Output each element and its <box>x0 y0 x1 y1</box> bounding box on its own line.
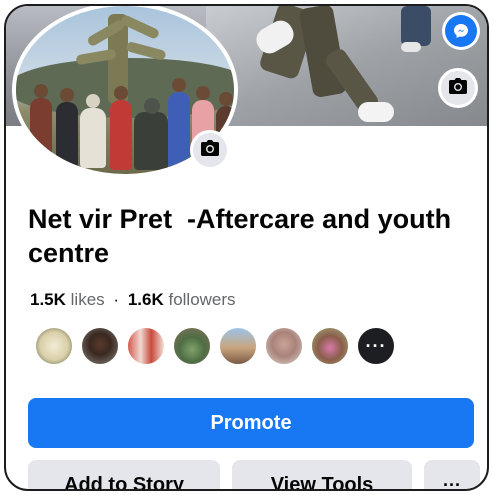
more-friends-button[interactable]: ··· <box>356 326 396 366</box>
likes-count: 1.5K <box>30 290 66 309</box>
friend-avatar[interactable] <box>80 326 120 366</box>
promote-button[interactable]: Promote <box>28 398 474 448</box>
friend-avatar[interactable] <box>218 326 258 366</box>
messenger-icon <box>445 15 477 47</box>
page-title: Net vir Pret -Aftercare and youth centre <box>28 204 459 268</box>
add-to-story-button[interactable]: Add to Story <box>28 460 220 489</box>
stats-separator: · <box>113 290 120 309</box>
friend-avatar[interactable] <box>310 326 350 366</box>
friend-avatar[interactable] <box>126 326 166 366</box>
cover-shoe <box>358 102 394 122</box>
cover-shoe <box>401 42 421 52</box>
camera-icon <box>448 77 468 100</box>
view-tools-button[interactable]: View Tools <box>232 460 412 489</box>
friend-avatar[interactable] <box>172 326 212 366</box>
edit-cover-button[interactable] <box>438 68 478 108</box>
edit-profile-picture-button[interactable] <box>190 130 230 170</box>
camera-icon <box>200 139 220 162</box>
followers-label: followers <box>168 290 236 309</box>
cover-jeans <box>401 6 431 46</box>
followers-count: 1.6K <box>127 290 164 309</box>
likes-label: likes <box>70 290 105 309</box>
friend-avatar[interactable] <box>264 326 304 366</box>
more-options-button[interactable]: ··· <box>424 460 480 489</box>
profile-screen: Net vir Pret -Aftercare and youth centre… <box>4 4 489 491</box>
page-stats[interactable]: 1.5K likes · 1.6K followers <box>30 290 236 310</box>
messenger-button[interactable] <box>442 12 480 50</box>
friend-avatar[interactable] <box>34 326 74 366</box>
